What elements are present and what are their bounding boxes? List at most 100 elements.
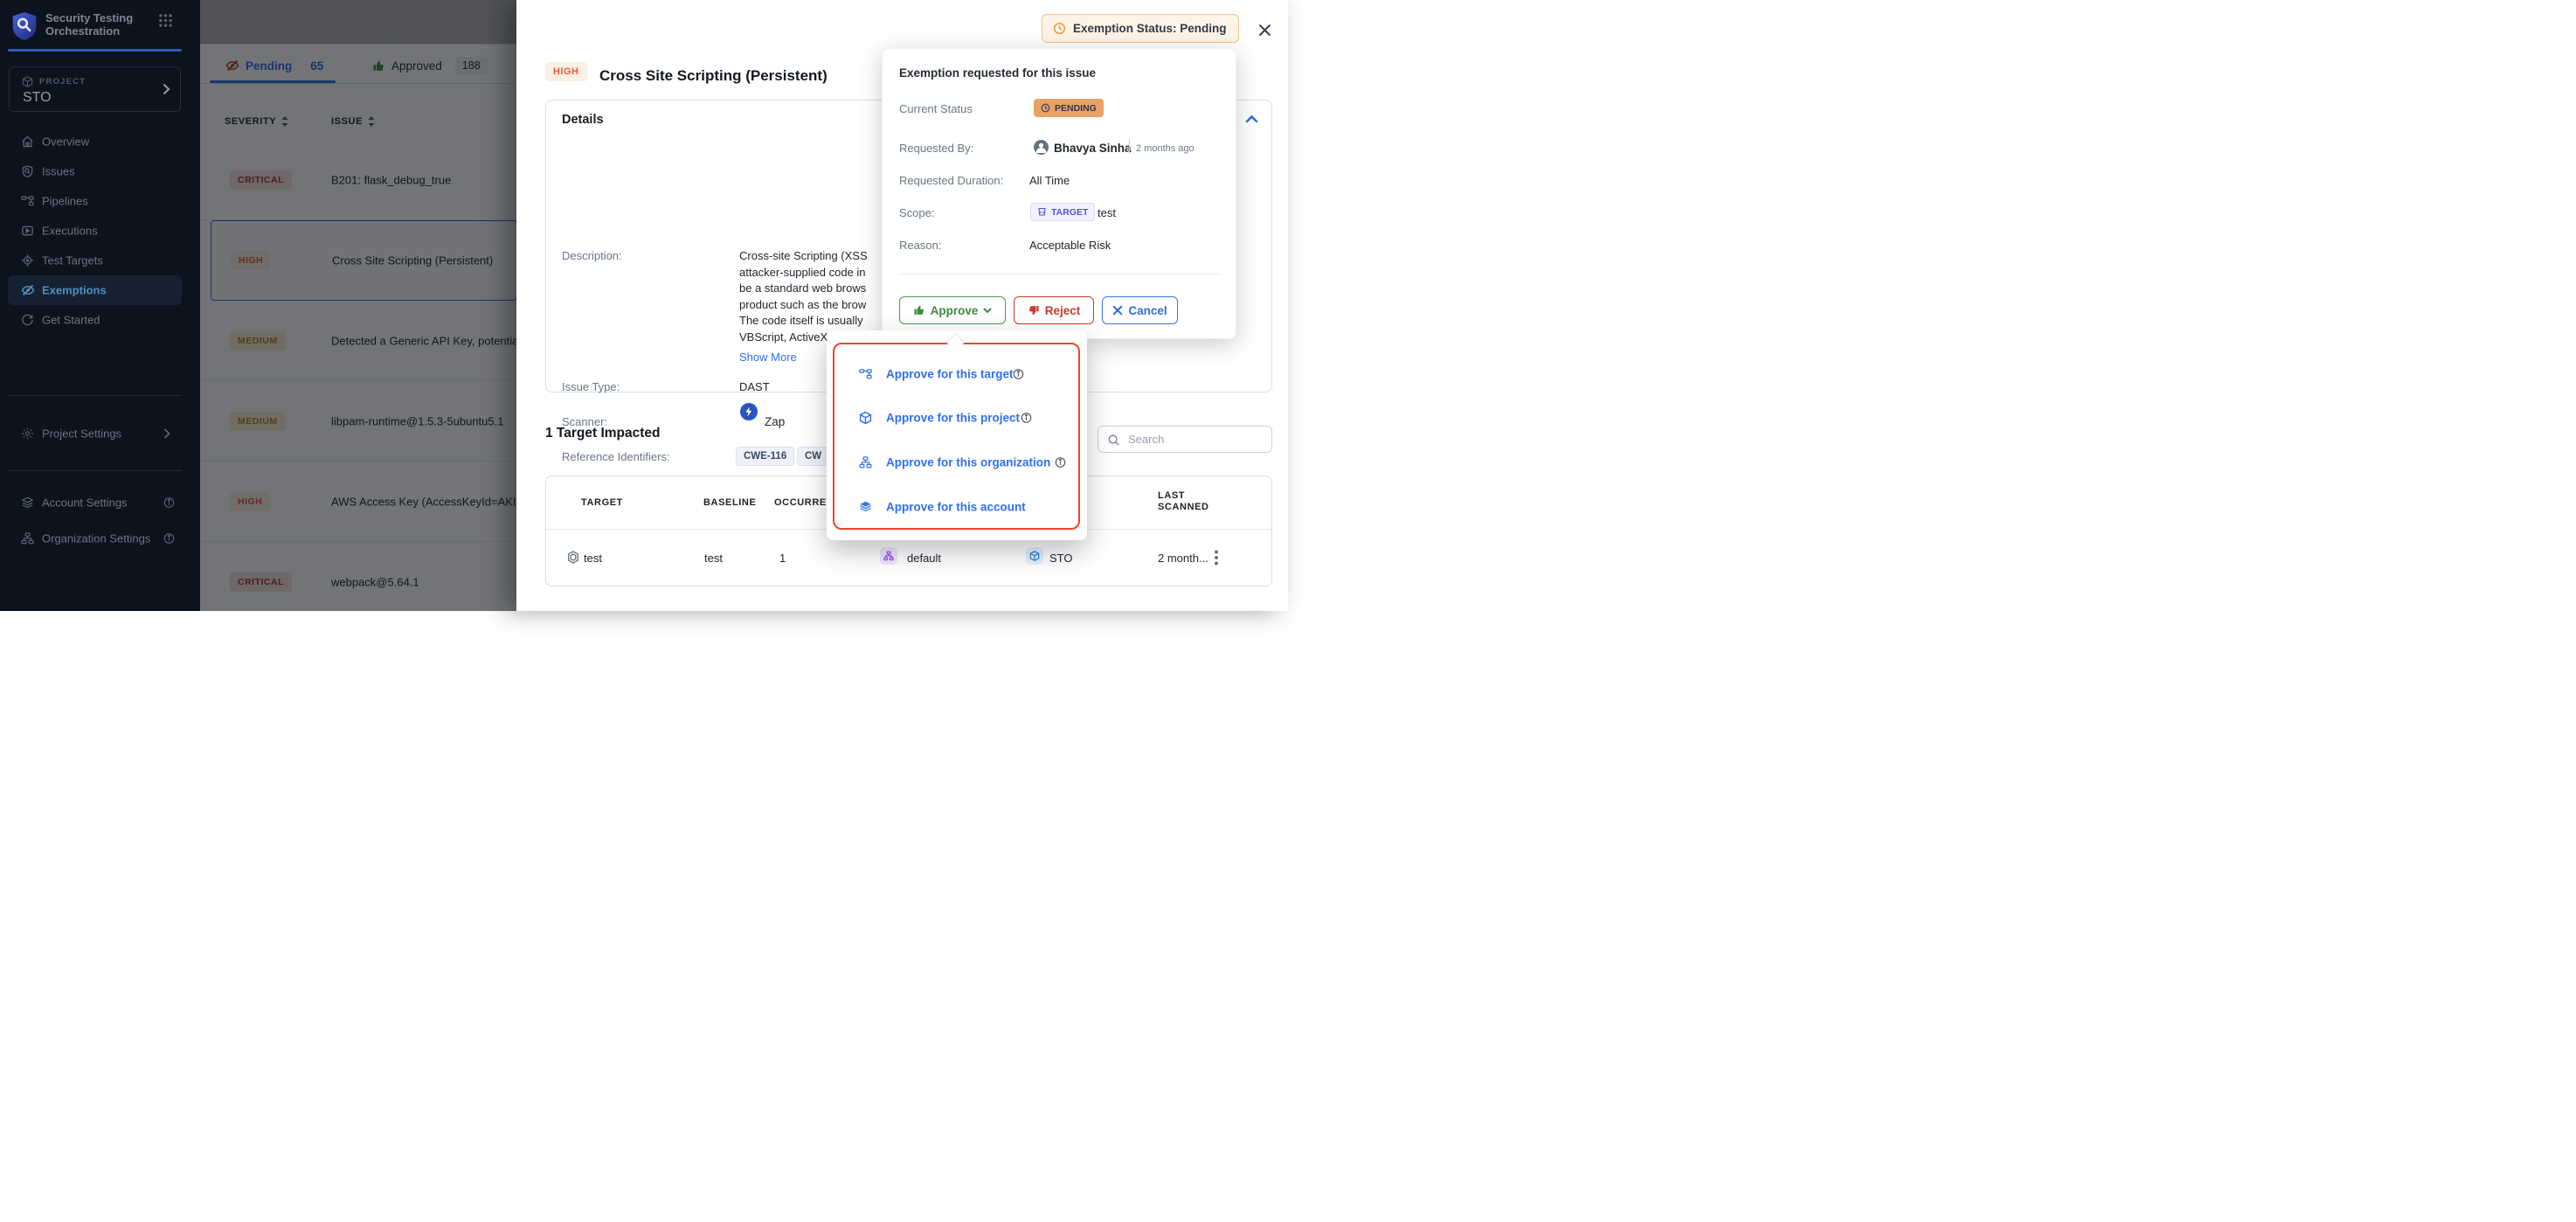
pending-count: 65 bbox=[310, 59, 323, 73]
eye-slash-icon bbox=[21, 283, 35, 297]
project-selector-label: PROJECT bbox=[39, 77, 86, 87]
issue-title: Cross Site Scripting (Persistent) bbox=[599, 67, 828, 85]
target-bucket-icon bbox=[1037, 207, 1047, 217]
exemption-popover: Exemption requested for this issue Curre… bbox=[882, 48, 1236, 339]
app-title: Security Testing Orchestration bbox=[45, 11, 155, 38]
chevron-up-icon[interactable] bbox=[1245, 115, 1258, 123]
popover-heading: Exemption requested for this issue bbox=[899, 66, 1096, 80]
issue-row[interactable]: HIGH AWS Access Key (AccessKeyId=AKIAI bbox=[200, 462, 517, 542]
get-started-icon bbox=[21, 314, 34, 327]
close-icon[interactable] bbox=[1258, 24, 1271, 37]
col-target: TARGET bbox=[581, 497, 623, 508]
info-icon[interactable] bbox=[163, 497, 175, 509]
pipelines-icon bbox=[21, 195, 34, 208]
info-icon[interactable] bbox=[163, 533, 175, 545]
row-menu-kebab-icon[interactable] bbox=[1209, 548, 1223, 567]
sidebar-item-get-started[interactable]: Get Started bbox=[0, 305, 200, 335]
cell-organization: default bbox=[907, 552, 941, 565]
exemption-status-button[interactable]: Exemption Status: Pending bbox=[1042, 14, 1239, 43]
status-badge-pending: PENDING bbox=[1034, 99, 1104, 117]
app-switcher-grid-icon[interactable] bbox=[158, 13, 173, 28]
col-last-scanned: LAST SCANNED bbox=[1158, 490, 1214, 513]
duration-label: Requested Duration: bbox=[899, 174, 1003, 187]
sidebar-item-pipelines[interactable]: Pipelines bbox=[0, 186, 200, 216]
sidebar-item-test-targets[interactable]: Test Targets bbox=[0, 246, 200, 275]
zap-scanner-logo bbox=[739, 402, 758, 421]
divider bbox=[1129, 139, 1130, 154]
show-more-link[interactable]: Show More bbox=[739, 351, 797, 364]
info-icon[interactable] bbox=[1013, 369, 1024, 380]
sidebar-divider bbox=[8, 470, 182, 471]
hexagon-target-icon bbox=[567, 551, 579, 564]
chevron-right-icon bbox=[163, 428, 170, 439]
current-status-label: Current Status bbox=[899, 102, 973, 115]
thumb-up-icon bbox=[913, 304, 925, 316]
project-cube-icon bbox=[1026, 547, 1043, 565]
org-chart-icon bbox=[859, 456, 872, 469]
issue-type-label: Issue Type: bbox=[562, 380, 620, 393]
executions-play-icon bbox=[21, 225, 34, 238]
sidebar-item-account-settings[interactable]: Account Settings bbox=[0, 488, 200, 517]
sidebar-item-exemptions[interactable]: Exemptions bbox=[8, 275, 182, 305]
cell-baseline: test bbox=[704, 552, 723, 565]
organization-icon bbox=[880, 547, 897, 565]
severity-badge: HIGH bbox=[545, 62, 587, 81]
sort-icon bbox=[281, 116, 288, 127]
issues-list: CRITICAL B201: flask_debug_true HIGH Cro… bbox=[200, 140, 517, 611]
issues-list-panel: Pending 65 Approved 188 SEVERITY ISSUE C… bbox=[200, 0, 517, 611]
sidebar-item-organization-settings[interactable]: Organization Settings bbox=[0, 524, 200, 553]
avatar bbox=[1034, 140, 1049, 155]
approve-scope-menu: Approve for this target Approve for this… bbox=[833, 343, 1080, 530]
cancel-button[interactable]: Cancel bbox=[1102, 296, 1178, 324]
reference-id-chip[interactable]: CWE-116 bbox=[736, 447, 794, 466]
search-box bbox=[1098, 426, 1272, 453]
project-cube-icon bbox=[22, 76, 33, 87]
issue-detail-drawer: HIGH Cross Site Scripting (Persistent) E… bbox=[516, 0, 1288, 611]
sidebar-item-issues[interactable]: Issues bbox=[0, 156, 200, 186]
chevron-down-icon bbox=[983, 308, 992, 314]
column-header-issue[interactable]: ISSUE bbox=[331, 116, 375, 127]
info-icon[interactable] bbox=[1021, 413, 1032, 424]
menu-item-approve-project[interactable]: Approve for this project bbox=[834, 407, 1082, 428]
search-input[interactable] bbox=[1098, 427, 1271, 452]
menu-item-approve-account[interactable]: Approve for this account bbox=[834, 496, 1082, 517]
cell-project: STO bbox=[1049, 552, 1073, 565]
description-label: Description: bbox=[562, 249, 622, 262]
tab-approved[interactable]: Approved 188 bbox=[372, 56, 488, 75]
sidebar-item-executions[interactable]: Executions bbox=[0, 216, 200, 246]
reject-button[interactable]: Reject bbox=[1014, 296, 1094, 324]
tab-pending[interactable]: Pending 65 bbox=[225, 56, 323, 75]
app-logo-shield-icon bbox=[10, 10, 38, 42]
cell-last-scanned: 2 month... bbox=[1158, 552, 1208, 565]
requested-by-label: Requested By: bbox=[899, 142, 973, 155]
issue-type-value: DAST bbox=[739, 380, 770, 393]
scope-target-badge: TARGET bbox=[1030, 203, 1095, 221]
cell-target[interactable]: test bbox=[584, 552, 602, 565]
approve-button[interactable]: Approve bbox=[899, 296, 1006, 324]
home-icon bbox=[21, 135, 34, 149]
sidebar-divider bbox=[8, 395, 182, 396]
info-icon[interactable] bbox=[1055, 457, 1066, 469]
issue-row[interactable]: CRITICAL B201: flask_debug_true bbox=[200, 140, 517, 220]
scope-value: test bbox=[1098, 206, 1116, 219]
sidebar-item-project-settings[interactable]: Project Settings bbox=[0, 419, 200, 448]
issue-row[interactable]: MEDIUM Detected a Generic API Key, poten… bbox=[200, 301, 517, 381]
column-header-severity[interactable]: SEVERITY bbox=[225, 116, 288, 127]
thumb-down-icon bbox=[1028, 304, 1040, 316]
issues-shield-icon bbox=[21, 165, 34, 178]
menu-item-approve-organization[interactable]: Approve for this organization bbox=[834, 452, 1082, 473]
divider bbox=[200, 83, 517, 84]
gear-icon bbox=[21, 427, 34, 441]
reason-value: Acceptable Risk bbox=[1029, 239, 1111, 252]
sidebar-item-overview[interactable]: Overview bbox=[0, 127, 200, 156]
layers-icon bbox=[21, 496, 34, 510]
sort-icon bbox=[368, 116, 375, 127]
project-selector[interactable]: PROJECT STO bbox=[9, 66, 181, 112]
issue-row[interactable]: MEDIUM libpam-runtime@1.5.3-5ubuntu5.1 bbox=[200, 381, 517, 462]
layers-icon bbox=[859, 501, 872, 514]
scope-label: Scope: bbox=[899, 206, 934, 219]
clock-icon bbox=[1041, 103, 1050, 113]
issue-row-selected[interactable]: HIGH Cross Site Scripting (Persistent) bbox=[211, 220, 517, 301]
issue-row[interactable]: CRITICAL webpack@5.64.1 bbox=[200, 542, 517, 611]
menu-item-approve-target[interactable]: Approve for this target bbox=[834, 364, 1082, 385]
